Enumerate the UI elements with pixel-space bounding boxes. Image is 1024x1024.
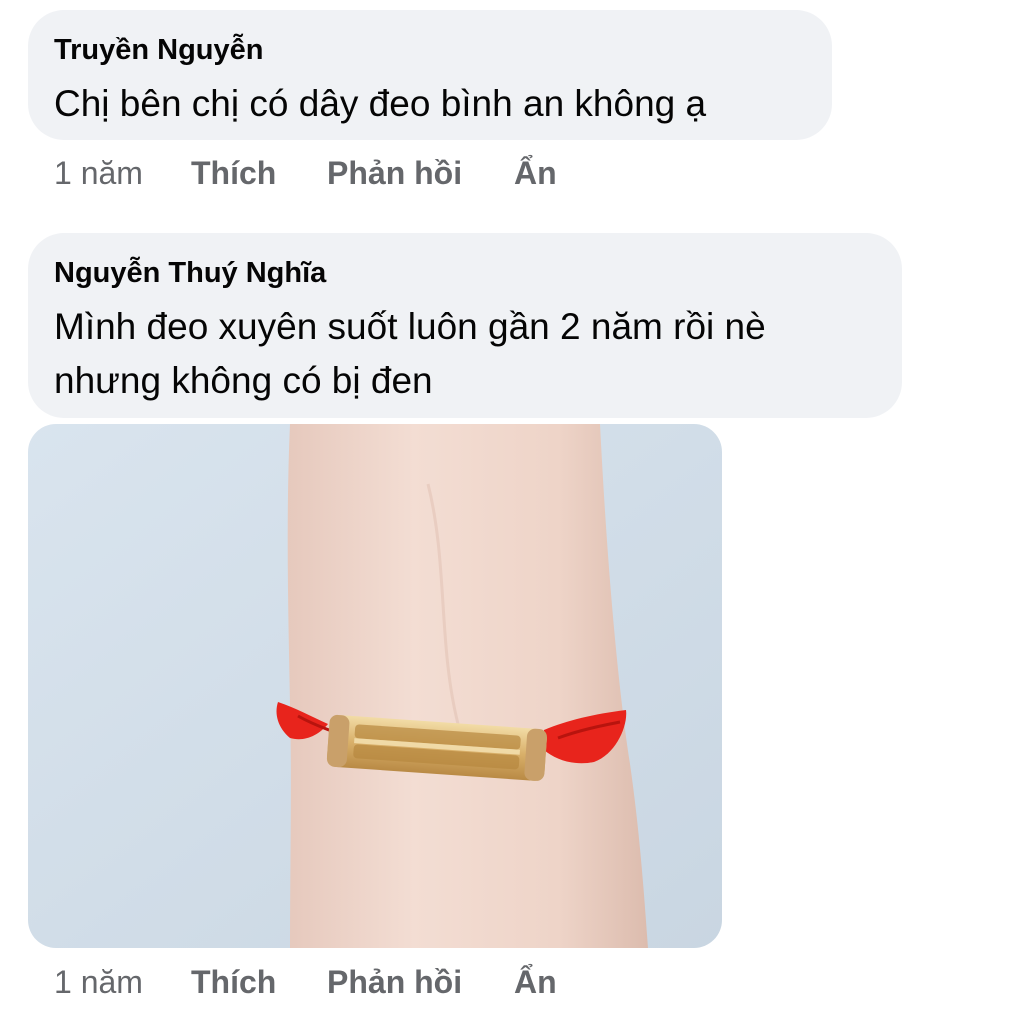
bracelet-photo [28, 424, 722, 948]
comment-bubble: Nguyễn Thuý Nghĩa Mình đeo xuyên suốt lu… [28, 233, 902, 418]
comment-text: Chị bên chị có dây đeo bình an không ạ [54, 77, 706, 131]
hide-button[interactable]: Ẩn [514, 964, 557, 1001]
comment-text-line: Mình đeo xuyên suốt luôn gần 2 năm rồi n… [54, 306, 766, 347]
comment-author[interactable]: Nguyễn Thuý Nghĩa [54, 257, 326, 290]
comment-text-line: nhưng không có bị đen [54, 360, 433, 401]
hide-button[interactable]: Ẩn [514, 155, 557, 192]
reply-button[interactable]: Phản hồi [327, 155, 462, 192]
comment-timestamp[interactable]: 1 năm [54, 155, 143, 192]
comment-text-line: Chị bên chị có dây đeo bình an không ạ [54, 83, 707, 124]
like-button[interactable]: Thích [191, 964, 276, 1001]
comment-text: Mình đeo xuyên suốt luôn gần 2 năm rồi n… [54, 300, 766, 408]
comment-photo-attachment[interactable] [28, 424, 722, 948]
reply-button[interactable]: Phản hồi [327, 964, 462, 1001]
like-button[interactable]: Thích [191, 155, 276, 192]
comment-timestamp[interactable]: 1 năm [54, 964, 143, 1001]
comment-author[interactable]: Truyền Nguyễn [54, 34, 264, 67]
comment-bubble: Truyền Nguyễn Chị bên chị có dây đeo bìn… [28, 10, 832, 140]
